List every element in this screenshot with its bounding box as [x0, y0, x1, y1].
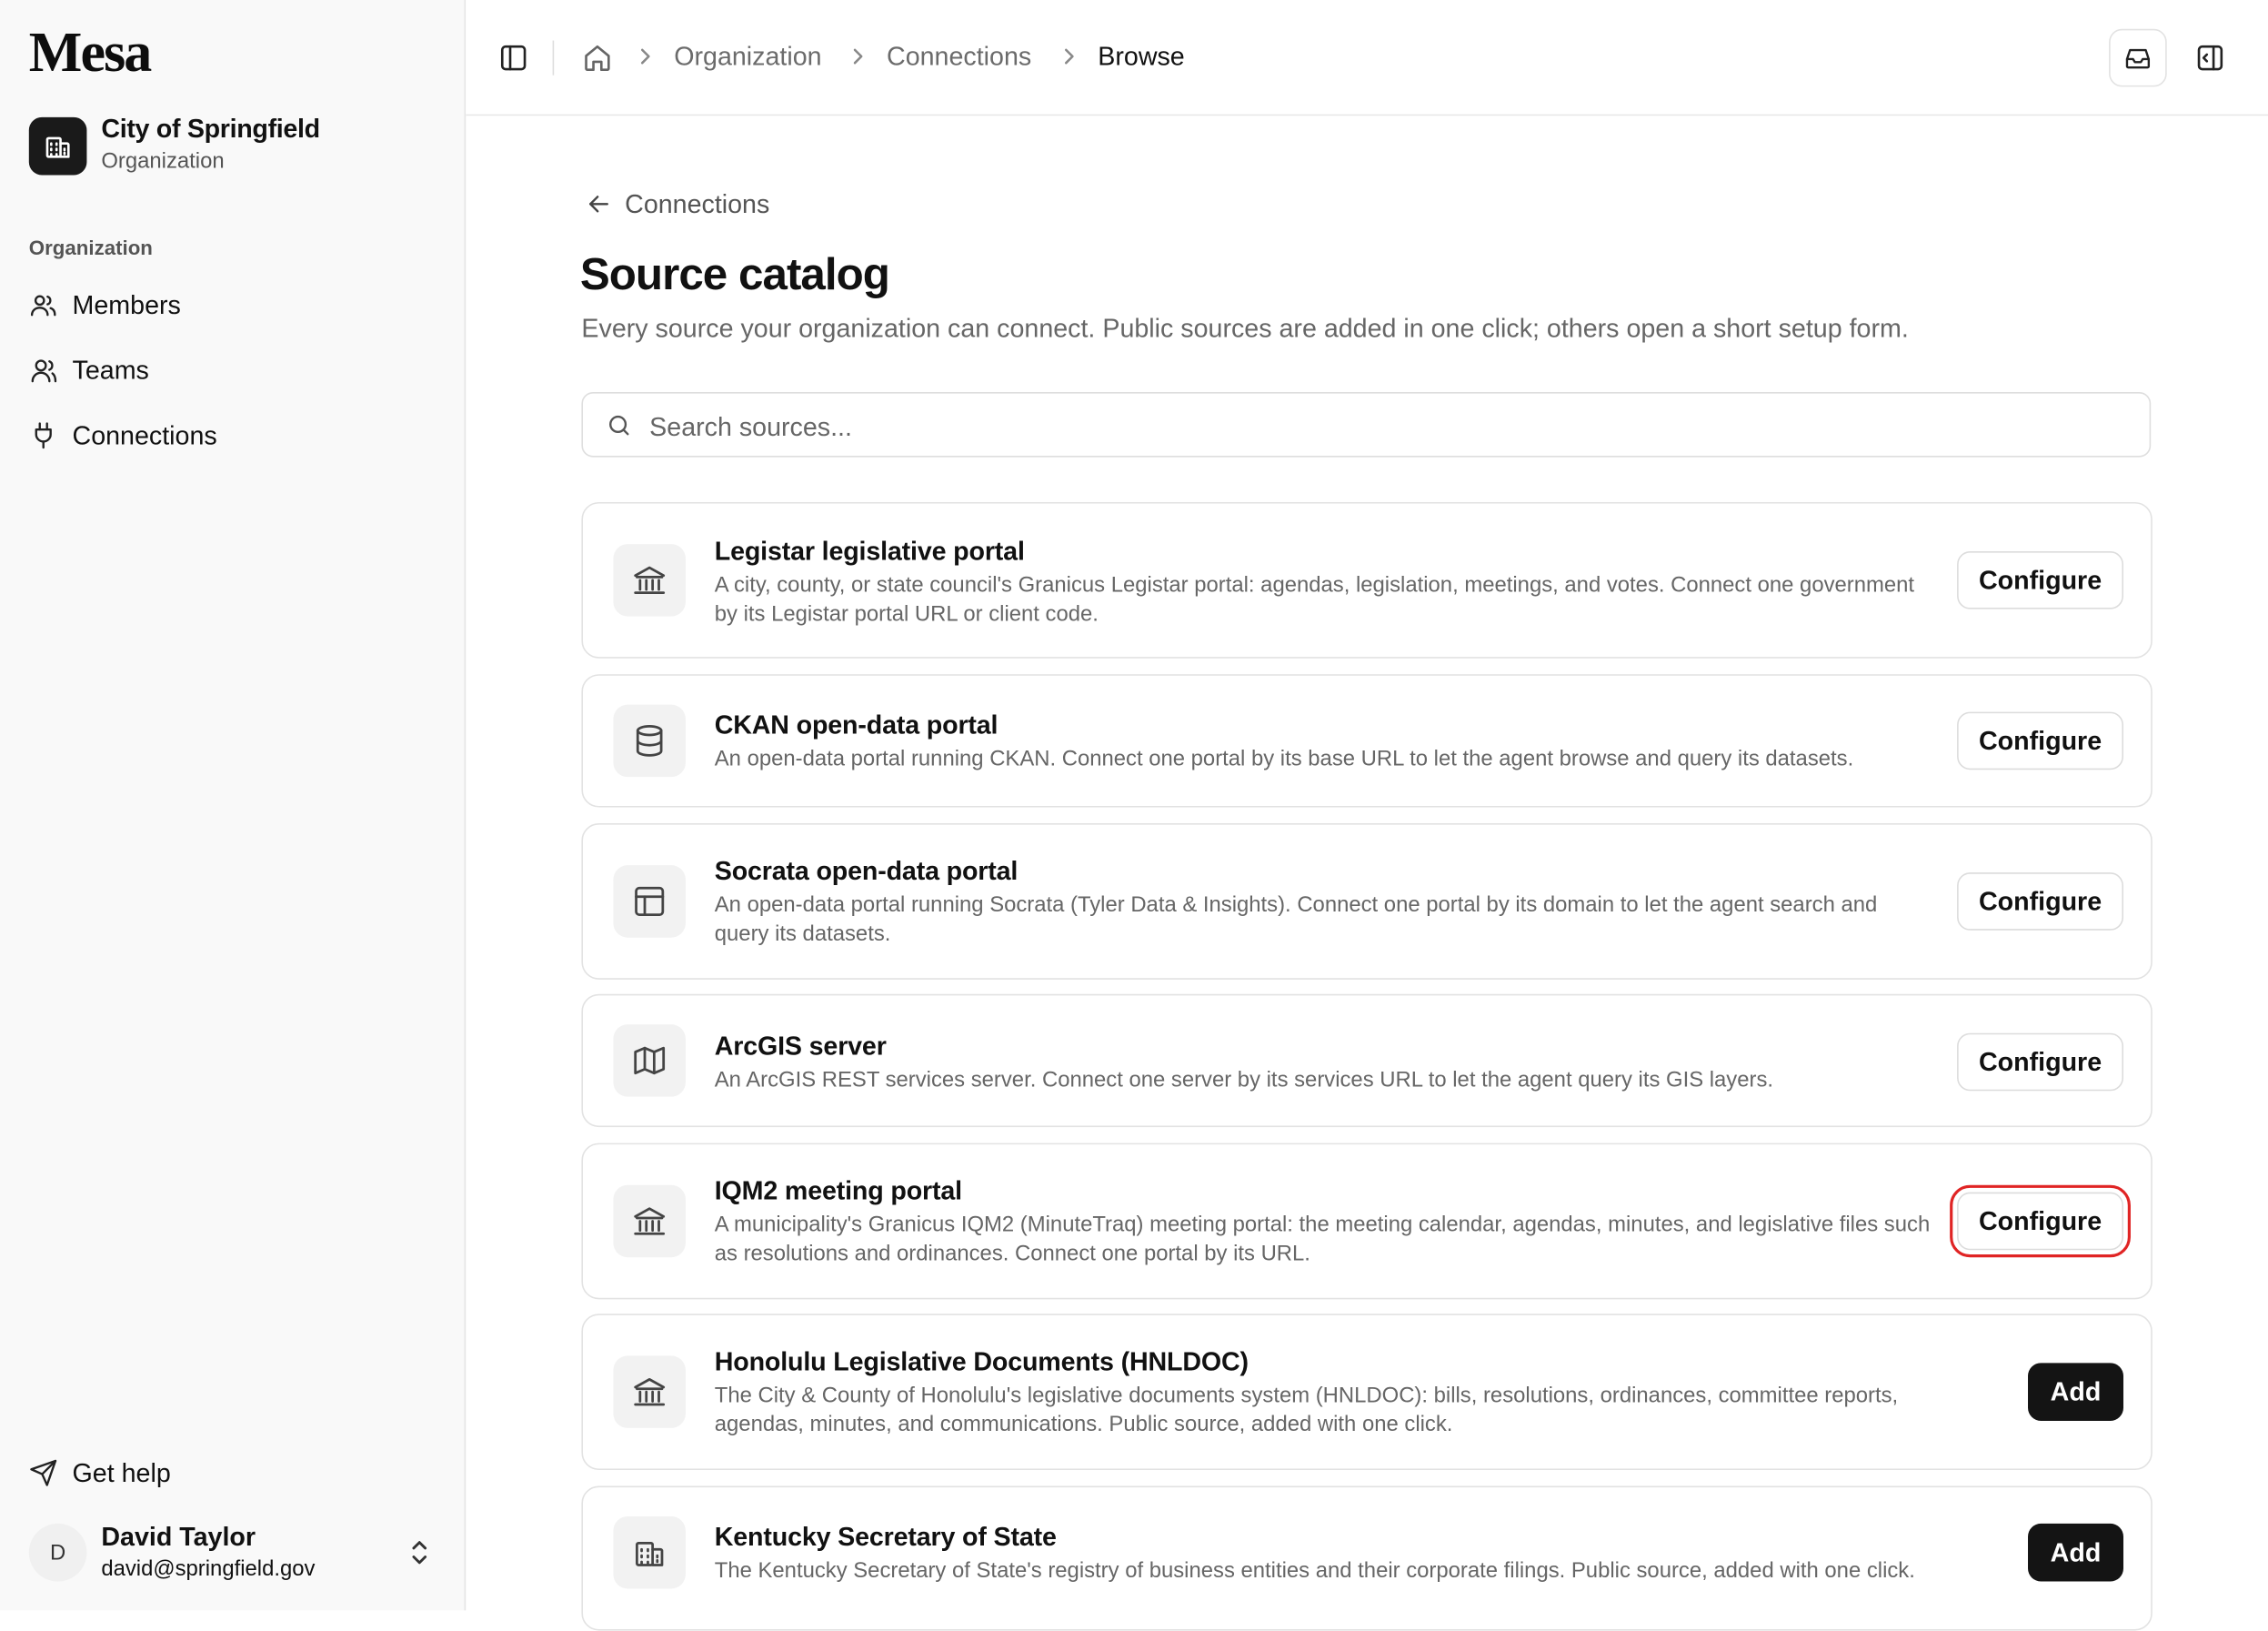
panel-right-icon	[2197, 45, 2223, 71]
source-title: CKAN open-data portal	[714, 710, 999, 740]
source-title: Legistar legislative portal	[714, 537, 1025, 566]
configure-button[interactable]: Configure	[1957, 872, 2124, 931]
breadcrumb-connections[interactable]: Connections	[887, 42, 1031, 72]
building-icon	[45, 136, 70, 158]
back-link-label: Connections	[625, 188, 770, 218]
inbox-icon	[2125, 48, 2151, 69]
chevron-right-icon	[640, 48, 650, 65]
landmark-icon	[613, 1355, 686, 1428]
source-card-iqm2: IQM2 meeting portal A municipality's Gra…	[581, 1143, 2153, 1300]
source-card-arcgis: ArcGIS server An ArcGIS REST services se…	[581, 993, 2153, 1128]
users-icon	[29, 291, 58, 320]
source-card-legistar: Legistar legislative portal A city, coun…	[581, 501, 2153, 659]
source-description: An open-data portal running CKAN. Connec…	[714, 746, 1854, 771]
plug-icon	[29, 421, 58, 450]
search-icon	[609, 415, 629, 436]
chevron-up-down-icon	[412, 1541, 427, 1565]
source-description: An ArcGIS REST services server. Connect …	[714, 1067, 1774, 1092]
source-card-hnldoc: Honolulu Legislative Documents (HNLDOC) …	[581, 1314, 2153, 1471]
source-title: Kentucky Secretary of State	[714, 1522, 1057, 1552]
page-title: Source catalog	[579, 248, 890, 300]
map-icon	[613, 1024, 686, 1097]
source-description: An open-data portal running Socrata (Tyl…	[714, 892, 1878, 947]
send-icon	[29, 1458, 58, 1487]
org-type: Organization	[101, 148, 225, 174]
breadcrumb-home[interactable]	[581, 42, 613, 74]
account-switcher-button[interactable]	[405, 1535, 434, 1570]
get-help-button[interactable]: Get help	[29, 1451, 171, 1495]
top-bar: Organization Connections Browse	[466, 0, 2268, 116]
nav-heading: Organization	[28, 236, 153, 259]
configure-button[interactable]: Configure	[1957, 551, 2124, 609]
sidebar-item-label: Teams	[72, 355, 149, 385]
org-avatar[interactable]	[28, 116, 87, 176]
landmark-icon	[613, 1184, 686, 1258]
sidebar-item-connections[interactable]: Connections	[29, 414, 217, 458]
database-icon	[613, 704, 686, 778]
chevron-right-icon	[853, 48, 863, 65]
search-input[interactable]	[646, 405, 2128, 449]
source-card-ckan: CKAN open-data portal An open-data porta…	[581, 674, 2153, 808]
sidebar-item-teams[interactable]: Teams	[29, 348, 149, 392]
sidebar-item-members[interactable]: Members	[29, 284, 181, 327]
user-name[interactable]: David Taylor	[101, 1522, 256, 1552]
app-logo: Mesa	[28, 21, 153, 85]
org-name[interactable]: City of Springfield	[101, 115, 320, 145]
chevron-right-icon	[1064, 48, 1074, 65]
home-icon	[585, 45, 610, 72]
source-title: IQM2 meeting portal	[714, 1176, 962, 1205]
page-description: Every source your organization can conne…	[581, 314, 1909, 343]
source-description: The City & County of Honolulu's legislat…	[714, 1383, 1899, 1437]
building-icon	[613, 1515, 686, 1589]
configure-button[interactable]: Configure	[1957, 1032, 2124, 1092]
user-email: david@springfield.gov	[101, 1556, 316, 1582]
get-help-label: Get help	[72, 1457, 171, 1487]
right-panel-toggle-button[interactable]	[2194, 42, 2226, 74]
divider	[552, 40, 555, 76]
sidebar: Mesa City of Springfield Organization Or…	[0, 0, 467, 1611]
add-button[interactable]: Add	[2028, 1523, 2124, 1582]
source-title: Socrata open-data portal	[714, 856, 1019, 886]
user-group-icon	[29, 356, 58, 385]
sidebar-toggle-button[interactable]	[497, 42, 529, 74]
sidebar-item-label: Members	[72, 289, 181, 319]
avatar[interactable]: D	[28, 1523, 87, 1582]
back-link[interactable]: Connections	[585, 186, 770, 221]
breadcrumb-organization[interactable]: Organization	[674, 42, 821, 72]
landmark-icon	[613, 544, 686, 617]
table-icon	[613, 865, 686, 938]
inbox-button[interactable]	[2109, 28, 2167, 87]
breadcrumb-current: Browse	[1098, 42, 1185, 71]
sidebar-icon	[500, 45, 527, 71]
source-card-socrata: Socrata open-data portal An open-data po…	[581, 823, 2153, 980]
source-description: The Kentucky Secretary of State's regist…	[714, 1558, 1915, 1584]
add-button[interactable]: Add	[2028, 1363, 2124, 1421]
source-title: Honolulu Legislative Documents (HNLDOC)	[714, 1346, 1249, 1376]
source-description: A city, county, or state council's Grani…	[714, 572, 1915, 627]
source-description: A municipality's Granicus IQM2 (MinuteTr…	[714, 1212, 1931, 1266]
search-box	[581, 392, 2152, 458]
arrow-left-icon	[589, 196, 608, 213]
configure-button[interactable]: Configure	[1957, 711, 2124, 770]
source-card-kentucky-sos: Kentucky Secretary of State The Kentucky…	[581, 1485, 2153, 1631]
source-title: ArcGIS server	[714, 1032, 887, 1061]
configure-button[interactable]: Configure	[1950, 1184, 2131, 1258]
sidebar-item-label: Connections	[72, 420, 217, 449]
